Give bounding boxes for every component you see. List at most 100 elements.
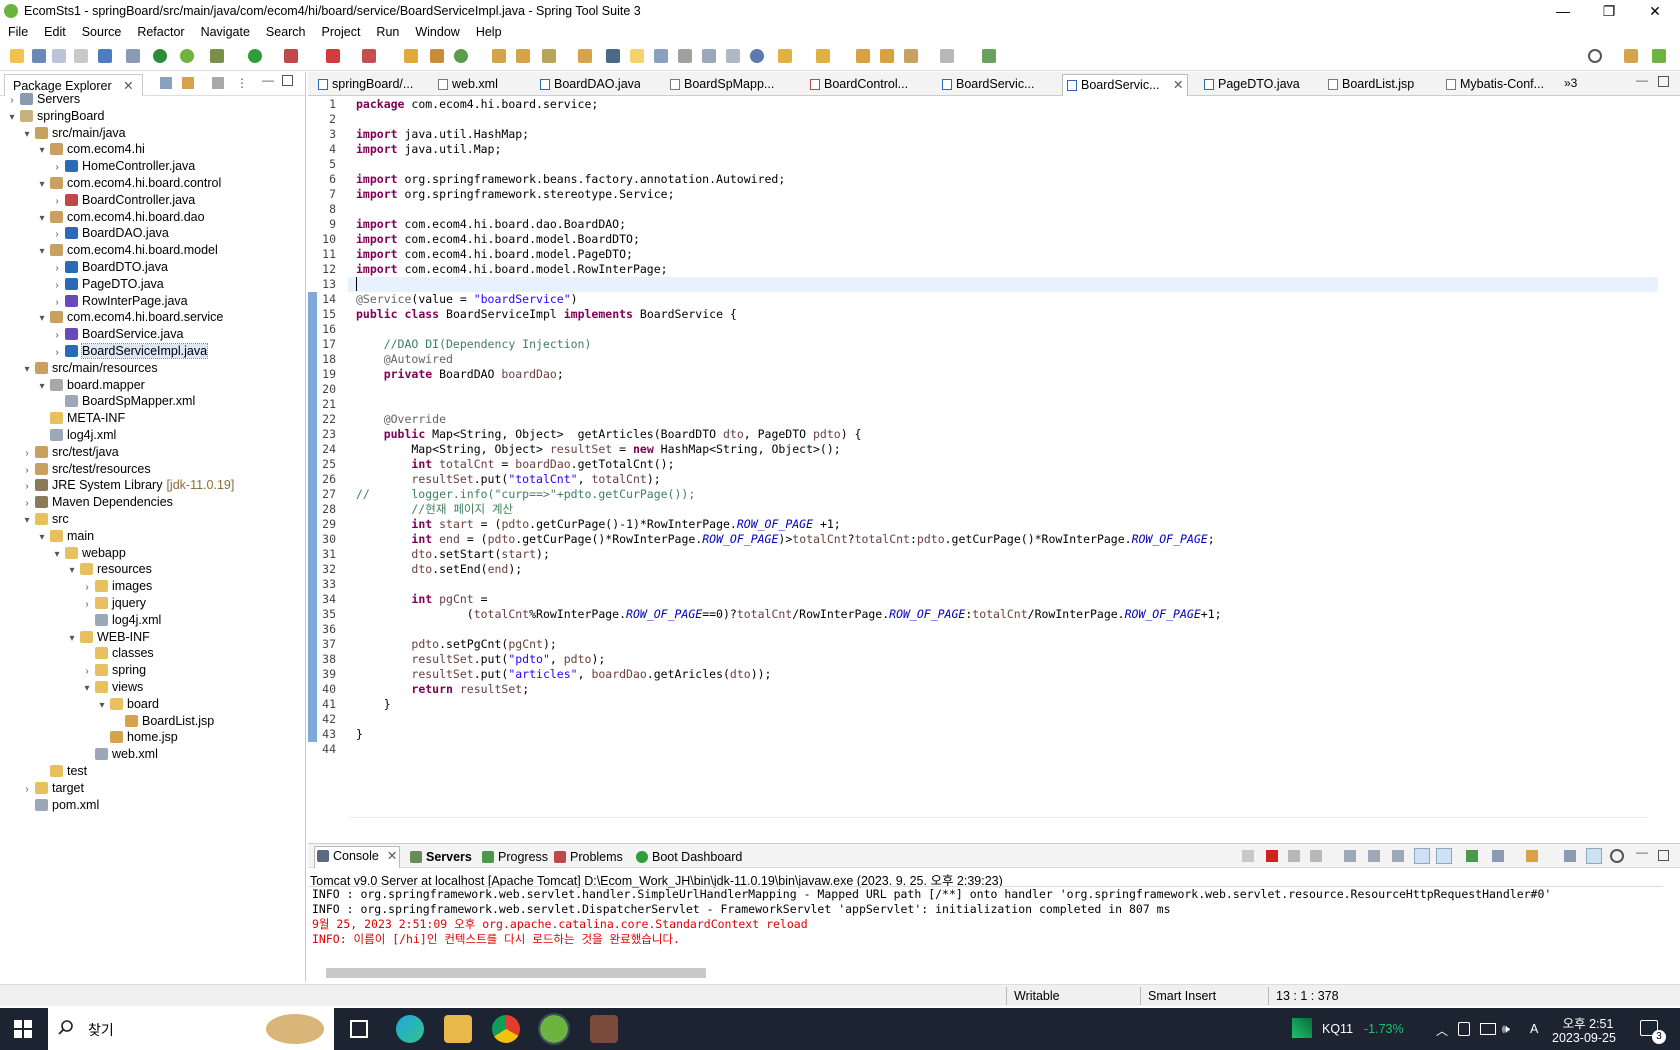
tree-item-boardlist-jsp[interactable]: BoardList.jsp	[111, 712, 214, 730]
menu-window[interactable]: Window	[407, 22, 467, 42]
code-line[interactable]: }	[356, 727, 363, 742]
open-perspective-icon[interactable]	[1624, 49, 1638, 63]
scroll-lock-icon[interactable]	[1344, 850, 1356, 862]
tab-problems[interactable]: Problems	[552, 848, 632, 866]
file-explorer-icon[interactable]	[444, 1015, 472, 1043]
new-icon[interactable]	[10, 49, 24, 63]
debug-icon[interactable]	[210, 49, 224, 63]
menu-edit[interactable]: Edit	[36, 22, 74, 42]
spring-perspective-icon[interactable]	[1652, 49, 1666, 63]
tab-boardlist-jsp[interactable]: BoardList.jsp	[1324, 74, 1424, 96]
clear-console-icon[interactable]	[1310, 850, 1322, 862]
code-line[interactable]: private BoardDAO boardDao;	[356, 367, 564, 382]
chevron-down-icon[interactable]: ▾	[21, 126, 33, 144]
code-area[interactable]: package com.ecom4.hi.board.service; impor…	[348, 97, 1658, 817]
chevron-down-icon[interactable]: ▾	[81, 680, 93, 698]
maximize-console-icon[interactable]	[1658, 850, 1669, 861]
pin-editor-icon[interactable]	[982, 49, 996, 63]
code-line[interactable]: int pgCnt =	[356, 592, 487, 607]
chevron-down-icon[interactable]: ▾	[66, 562, 78, 580]
word-wrap-icon[interactable]	[1368, 850, 1380, 862]
display-selected-console-icon[interactable]	[1492, 850, 1504, 862]
spring-boot-icon[interactable]	[153, 49, 167, 63]
tree-item-meta-inf[interactable]: META-INF	[36, 409, 125, 427]
forward-edit-icon[interactable]	[880, 49, 894, 63]
code-line[interactable]: //현재 페이지 계산	[356, 502, 513, 517]
chevron-down-icon[interactable]: ▾	[66, 630, 78, 648]
tab-servers[interactable]: Servers	[408, 848, 478, 866]
minimize-editor-icon[interactable]: —	[1636, 73, 1648, 87]
tree-item-board[interactable]: ▾ board	[96, 695, 159, 713]
gear-icon[interactable]	[1610, 849, 1624, 863]
run-icon[interactable]	[248, 49, 262, 63]
tab-console[interactable]: Console ✕	[314, 846, 400, 868]
open-task-icon[interactable]	[516, 49, 530, 63]
code-line[interactable]: Map<String, Object> resultSet = new Hash…	[356, 442, 840, 457]
chevron-down-icon[interactable]: ▾	[36, 210, 48, 228]
tree-item-boardspmapper-xml[interactable]: BoardSpMapper.xml	[51, 392, 195, 410]
tree-item-springboard[interactable]: ▾ springBoard	[6, 107, 104, 125]
open-console-icon[interactable]	[1526, 850, 1538, 862]
tab-web-xml[interactable]: web.xml	[434, 74, 516, 96]
chevron-up-icon[interactable]: ︿	[1436, 1022, 1448, 1039]
menu-source[interactable]: Source	[74, 22, 130, 42]
code-line[interactable]: import com.ecom4.hi.board.model.RowInter…	[356, 262, 668, 277]
tree-item-home-jsp[interactable]: home.jsp	[96, 728, 178, 746]
code-line[interactable]: import java.util.Map;	[356, 142, 501, 157]
tree-item-com-ecom4-hi-board-model[interactable]: ▾ com.ecom4.hi.board.model	[36, 241, 217, 259]
code-line[interactable]: import org.springframework.stereotype.Se…	[356, 187, 675, 202]
new-package-icon[interactable]	[404, 49, 418, 63]
tab-overflow-button[interactable]: »3	[1564, 76, 1577, 90]
tab-pagedto[interactable]: PageDTO.java	[1200, 74, 1302, 96]
code-line[interactable]: public Map<String, Object> getArticles(B…	[356, 427, 862, 442]
menu-run[interactable]: Run	[368, 22, 407, 42]
tab-springboard[interactable]: springBoard/...	[314, 74, 424, 96]
code-line[interactable]: @Service(value = "boardService")	[356, 292, 578, 307]
tree-item-boarddao-java[interactable]: › BoardDAO.java	[51, 224, 169, 242]
menu-file[interactable]: File	[0, 22, 36, 42]
close-window-button[interactable]: ✕	[1632, 0, 1678, 22]
code-line[interactable]: int start = (pdto.getCurPage()-1)*RowInt…	[356, 517, 840, 532]
task-view-icon[interactable]	[350, 1020, 368, 1038]
code-line[interactable]: resultSet.put("pdto", pdto);	[356, 652, 605, 667]
block-select-icon[interactable]	[654, 49, 668, 63]
open-type-icon[interactable]	[492, 49, 506, 63]
tree-item-resources[interactable]: ▾ resources	[66, 560, 151, 580]
new-class-icon[interactable]	[430, 49, 444, 63]
tree-item-boardservice-java[interactable]: › BoardService.java	[51, 325, 183, 343]
search-icon[interactable]	[1588, 49, 1602, 63]
tree-item-pagedto-java[interactable]: › PageDTO.java	[51, 275, 163, 293]
remove-all-icon[interactable]	[1288, 850, 1300, 862]
tree-item-jquery[interactable]: › jquery	[81, 594, 146, 612]
tree-item-com-ecom4-hi-board-dao[interactable]: ▾ com.ecom4.hi.board.dao	[36, 208, 204, 228]
view-menu-icon[interactable]: ⋮	[236, 76, 248, 90]
save-all-icon[interactable]	[52, 49, 66, 63]
next-annotation-icon[interactable]	[778, 49, 792, 63]
tree-item-servers[interactable]: › Servers	[6, 90, 80, 108]
taskbar-search-box[interactable]: 찾기	[48, 1008, 334, 1050]
tree-item-pom-xml[interactable]: pom.xml	[21, 796, 99, 814]
language-indicator[interactable]: A	[1530, 1022, 1538, 1036]
code-line[interactable]: pdto.setPgCnt(pgCnt);	[356, 637, 556, 652]
show-whitespace-icon[interactable]	[678, 49, 692, 63]
tree-item-com-ecom4-hi-board-service[interactable]: ▾ com.ecom4.hi.board.service	[36, 308, 223, 326]
tree-item-web-xml[interactable]: web.xml	[81, 745, 158, 763]
deploy-icon[interactable]	[362, 49, 376, 63]
minimize-view-icon[interactable]: —	[262, 73, 274, 87]
tree-item-main[interactable]: ▾ main	[36, 527, 94, 545]
tree-item-homecontroller-java[interactable]: › HomeController.java	[51, 157, 195, 175]
tree-item-src-main-java[interactable]: ▾ src/main/java	[21, 124, 125, 144]
code-line[interactable]: int end = (pdto.getCurPage()*RowInterPag…	[356, 532, 1214, 547]
format-icon[interactable]	[726, 49, 740, 63]
tree-item-src-main-resources[interactable]: ▾ src/main/resources	[21, 359, 157, 379]
code-line[interactable]: @Autowired	[356, 352, 453, 367]
tree-item-boardcontroller-java[interactable]: › BoardController.java	[51, 191, 195, 209]
chrome-icon[interactable]	[492, 1015, 520, 1043]
chevron-down-icon[interactable]: ▾	[21, 361, 33, 379]
code-line[interactable]: return resultSet;	[356, 682, 529, 697]
minimize-console-icon[interactable]: —	[1636, 845, 1648, 859]
menu-project[interactable]: Project	[314, 22, 369, 42]
tree-item-spring[interactable]: › spring	[81, 661, 146, 679]
vertical-scrollbar[interactable]	[1663, 97, 1677, 817]
console-output[interactable]: INFO : org.springframework.web.servlet.h…	[308, 886, 1663, 966]
